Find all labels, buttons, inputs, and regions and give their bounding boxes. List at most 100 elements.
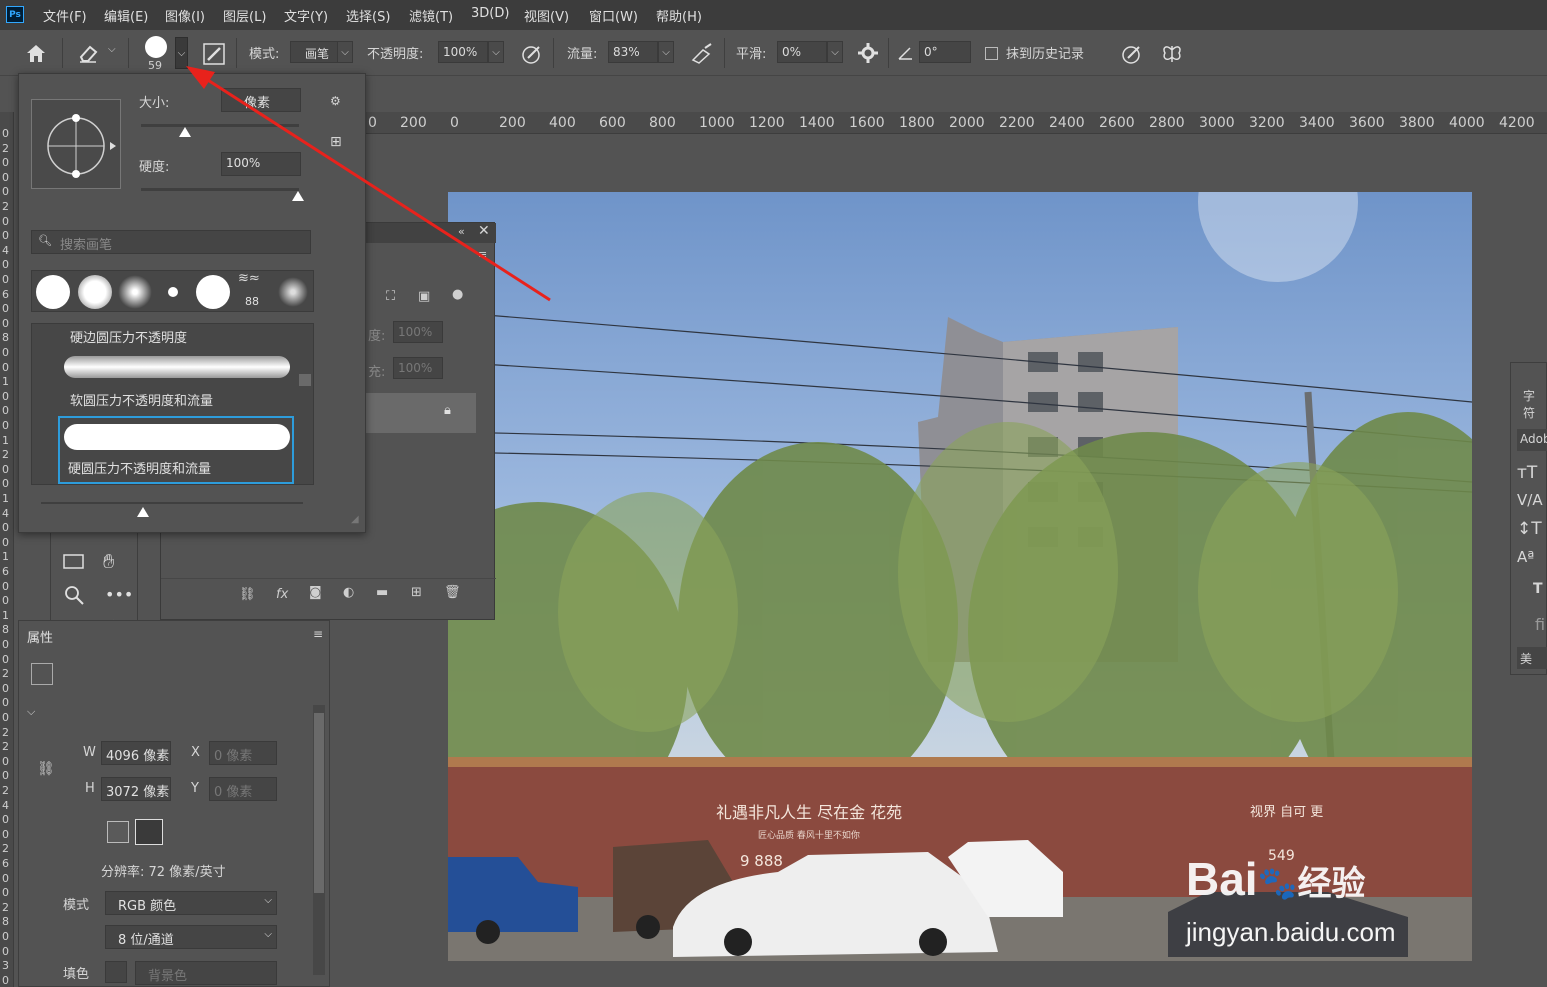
chevron-down-icon[interactable]: ⌵ (827, 41, 843, 63)
brush-settings-icon[interactable] (202, 42, 226, 66)
brush-size-slider[interactable] (141, 124, 299, 127)
panel-menu-icon[interactable]: ≡ (313, 627, 323, 641)
brush-size-slider-handle[interactable] (179, 127, 191, 137)
flow-input[interactable]: 83% (608, 41, 658, 63)
brush-preset-swatch[interactable] (78, 275, 112, 309)
bold-icon[interactable]: T (1533, 581, 1543, 597)
zoom-tool-icon[interactable] (63, 584, 85, 606)
resize-grip-icon[interactable]: ◢ (351, 514, 359, 525)
brush-preset-swatch[interactable]: ≋≈ 88 (236, 271, 272, 311)
fill-swatch[interactable] (105, 961, 127, 983)
folder-icon[interactable]: ▬ (376, 585, 388, 600)
chevron-down-icon[interactable]: ⌵ (337, 41, 353, 63)
hardness-slider[interactable] (141, 188, 299, 191)
width-label: W (83, 745, 96, 760)
x-input[interactable]: 0 像素 (209, 741, 277, 765)
airbrush-icon[interactable] (689, 42, 715, 66)
gear-icon[interactable]: ⚙︎ (330, 94, 341, 108)
link-layers-icon[interactable]: ⛓ (239, 587, 256, 602)
mode-select[interactable]: 画笔 (290, 41, 338, 63)
background-layer-row[interactable]: 🔒︎ (366, 393, 476, 433)
width-input[interactable]: 4096 像素 (101, 741, 171, 765)
brush-list-item[interactable]: 软圆压力不透明度和流量 (60, 350, 296, 412)
y-input[interactable]: 0 像素 (209, 777, 277, 801)
menu-edit[interactable]: 编辑(E) (104, 6, 148, 25)
menu-view[interactable]: 视图(V) (524, 6, 569, 25)
symmetry-butterfly-icon[interactable] (1160, 42, 1184, 66)
brush-search-field[interactable]: 🔍︎ 搜索画笔 (31, 230, 311, 254)
portrait-orientation-icon[interactable] (107, 821, 129, 843)
font-family-select[interactable]: Adob (1517, 429, 1547, 451)
gear-icon[interactable] (858, 43, 880, 65)
brush-list-item-selected[interactable]: 硬圆压力不透明度和流量 (58, 416, 294, 484)
menu-layer[interactable]: 图层(L) (223, 6, 266, 25)
menu-image[interactable]: 图像(I) (165, 6, 205, 25)
brush-preset-swatch[interactable] (196, 275, 230, 309)
adjustment-layer-icon[interactable]: ◐ (343, 585, 354, 600)
new-layer-icon[interactable]: ⊞ (411, 585, 422, 600)
brush-preview-icon[interactable] (145, 36, 167, 58)
smoothing-input[interactable]: 0% (777, 41, 827, 63)
brush-preset-swatch[interactable] (278, 277, 308, 307)
fx-icon[interactable]: fx (276, 587, 288, 602)
brush-size-input[interactable]: 像素 (221, 88, 301, 112)
rectangle-tool-icon[interactable] (63, 553, 85, 571)
language-select[interactable]: 美 (1517, 647, 1547, 669)
hardness-slider-handle[interactable] (292, 191, 304, 201)
more-tools-icon[interactable]: ••• (105, 585, 133, 604)
smoothing-label: 平滑: (736, 47, 767, 62)
pressure-size-icon[interactable] (1120, 42, 1144, 66)
home-icon[interactable] (24, 42, 48, 64)
layer-fill-input[interactable]: 100% (393, 357, 443, 379)
angle-icon (898, 47, 912, 60)
layer-opacity-input[interactable]: 100% (393, 321, 443, 343)
chevron-down-icon[interactable]: ⌵ (27, 705, 35, 719)
close-icon[interactable]: ✕ (478, 223, 490, 239)
brush-picker-toggle[interactable]: ⌵ (175, 37, 188, 69)
character-panel: 字符 Adob ᴛT V/A ↕T Aª T ﬁ 美 (1510, 362, 1547, 675)
layer-mask-icon[interactable]: ◙ (309, 585, 322, 600)
color-mode-select[interactable]: RGB 颜色 ⌵ (105, 891, 277, 915)
menu-window[interactable]: 窗口(W) (589, 6, 638, 25)
angle-input[interactable]: 0° (919, 41, 971, 63)
brush-list-item[interactable]: 硬边圆压力不透明度 (32, 324, 298, 348)
link-dimensions-icon[interactable]: ⛓ (37, 761, 55, 777)
brush-angle-preview[interactable] (31, 99, 121, 189)
panel-menu-icon[interactable]: ≡ (478, 248, 487, 261)
landscape-orientation-icon[interactable] (135, 819, 163, 845)
chevron-down-icon[interactable]: ⌵ (488, 41, 504, 63)
eraser-tool-icon[interactable] (76, 42, 102, 64)
preview-size-slider[interactable] (41, 502, 303, 504)
new-preset-icon[interactable]: ⊞ (330, 134, 342, 150)
height-input[interactable]: 3072 像素 (101, 777, 171, 801)
watermark-url: jingyan.baidu.com (1186, 917, 1396, 947)
menu-filter[interactable]: 滤镜(T) (409, 6, 453, 25)
menu-select[interactable]: 选择(S) (346, 6, 390, 25)
ligature-icon[interactable]: ﬁ (1535, 615, 1545, 634)
fill-select[interactable]: 背景色 (135, 961, 277, 985)
menu-type[interactable]: 文字(Y) (284, 6, 328, 25)
hand-tool-icon[interactable]: ✋︎ (103, 549, 114, 573)
properties-scrollbar[interactable] (313, 705, 325, 975)
trash-icon[interactable]: 🗑︎ (444, 585, 461, 600)
erase-history-checkbox[interactable] (985, 47, 998, 60)
brush-preset-swatch[interactable] (36, 275, 70, 309)
document-icon (31, 663, 53, 685)
chevron-down-icon[interactable]: ⌵ (658, 41, 674, 63)
vertical-ruler: 0200020040060080010001200140016001800200… (0, 112, 14, 987)
bit-depth-select[interactable]: 8 位/通道 ⌵ (105, 925, 277, 949)
menu-3d[interactable]: 3D(D) (471, 6, 509, 21)
collapse-panel-icon[interactable]: « (458, 225, 465, 238)
pressure-opacity-icon[interactable] (520, 42, 544, 66)
menu-help[interactable]: 帮助(H) (656, 6, 702, 25)
opacity-input[interactable]: 100% (438, 41, 488, 63)
hardness-input[interactable]: 100% (221, 152, 301, 176)
document-canvas[interactable]: 礼遇非凡人生 尽在金 花苑 匠心品质 春风十里不如你 9 888 视界 自可 更… (448, 192, 1472, 961)
preview-size-slider-handle[interactable] (137, 507, 149, 517)
menu-file[interactable]: 文件(F) (43, 6, 87, 25)
chevron-down-icon[interactable]: ⌵ (108, 44, 116, 55)
brush-preset-swatch[interactable] (118, 275, 152, 309)
photo-banner-text: 礼遇非凡人生 尽在金 花苑 (716, 803, 902, 822)
brush-list-scrollbar[interactable] (298, 324, 313, 484)
brush-preset-swatch[interactable] (168, 287, 178, 297)
